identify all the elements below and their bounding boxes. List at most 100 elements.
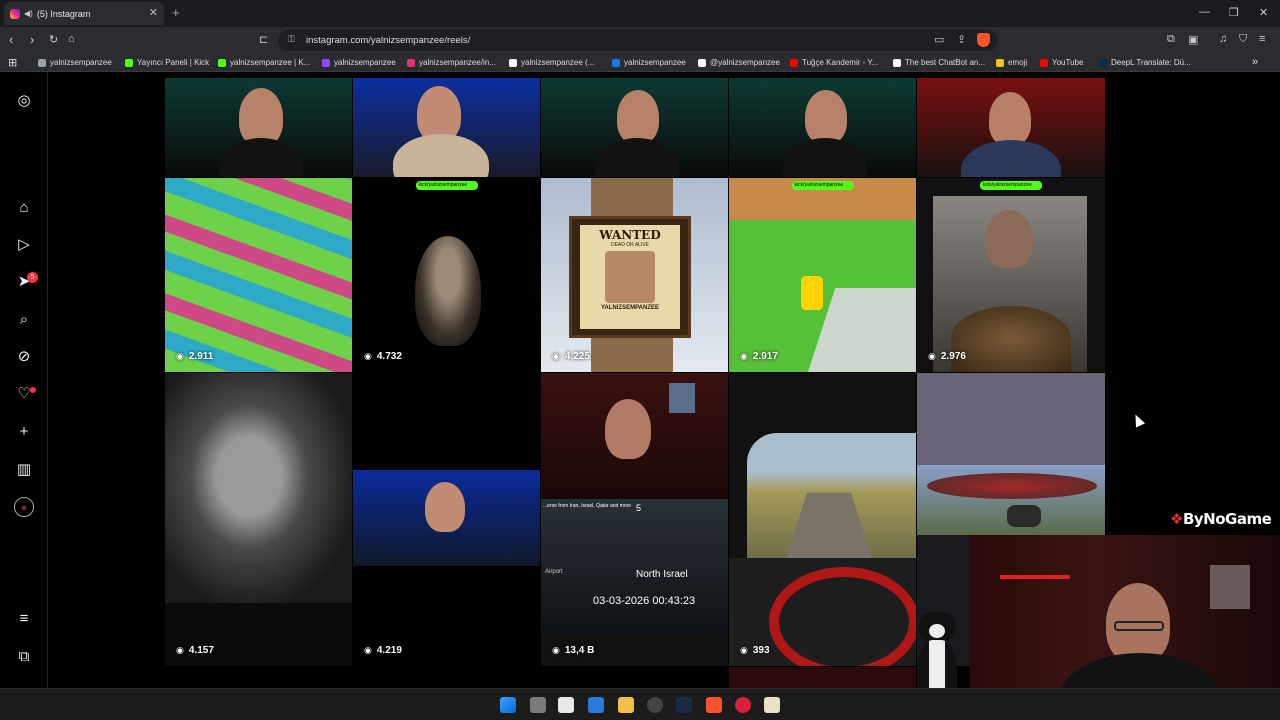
sidebar-toggle-icon[interactable]: ▣: [1188, 33, 1198, 46]
steam-icon[interactable]: [676, 697, 692, 713]
news-timestamp: 03-03-2026 00:43:23: [593, 595, 696, 607]
streamer-face: [617, 90, 659, 144]
brave-browser-icon[interactable]: [706, 697, 722, 713]
reel-thumbnail[interactable]: [353, 78, 540, 177]
reel-thumbnail[interactable]: ◉ 393: [729, 373, 916, 666]
app-icon[interactable]: [735, 697, 751, 713]
bookmark-item[interactable]: yalnizsempanzee (...: [509, 58, 594, 67]
bookmark-item[interactable]: The best ChatBot an...: [893, 58, 985, 67]
apps-grid-icon[interactable]: ⊞: [8, 56, 17, 69]
file-explorer-icon[interactable]: [618, 697, 634, 713]
extensions-icon[interactable]: ⧉: [1167, 33, 1175, 46]
wallet-icon[interactable]: ⛉: [1239, 33, 1247, 46]
bookmark-item[interactable]: YouTube: [1040, 58, 1083, 67]
led-strip: [1000, 575, 1070, 579]
poster: [669, 383, 695, 413]
search-icon[interactable]: ⌕: [14, 310, 34, 330]
media-player-icon[interactable]: [764, 697, 780, 713]
wanted-name: YALNIZSEMPANZEE: [600, 305, 659, 311]
snipping-tool-icon[interactable]: [558, 697, 574, 713]
bookmark-label: yalnizsempanzee (...: [521, 58, 595, 67]
reload-icon[interactable]: ↻: [49, 33, 58, 46]
nest: [951, 306, 1071, 372]
reel-thumbnail[interactable]: ◉ 4.219: [353, 373, 540, 666]
obs-icon[interactable]: [647, 697, 663, 713]
reel-thumbnail[interactable]: [729, 78, 916, 177]
view-count: ◉ 4.732: [364, 351, 402, 362]
view-count: ◉ 4.219: [364, 645, 402, 656]
reel-thumbnail[interactable]: [729, 667, 916, 688]
close-window-button[interactable]: ✕: [1259, 6, 1268, 19]
streamer-video: [541, 373, 728, 499]
profile-avatar-icon[interactable]: ●: [14, 497, 34, 517]
media-icon[interactable]: ♫: [1219, 33, 1227, 45]
home-icon[interactable]: ⌂: [14, 198, 34, 218]
reel-thumbnail[interactable]: ◉ 2.911: [165, 178, 352, 372]
eye-icon: ◉: [740, 645, 748, 655]
dashboard-icon[interactable]: ▥: [14, 460, 34, 480]
explore-icon[interactable]: ⊘: [14, 347, 34, 367]
bookmark-item[interactable]: Yayıncı Paneli | Kick: [125, 58, 209, 67]
reel-thumbnail[interactable]: [917, 78, 1105, 177]
restore-button[interactable]: ❐: [1229, 6, 1239, 19]
reel-thumbnail[interactable]: kick/yalnizsempanzee ◉ 2.976: [917, 178, 1105, 372]
also-from-meta-icon[interactable]: ⧉: [14, 647, 34, 667]
photos-icon[interactable]: [588, 697, 604, 713]
reel-thumbnail[interactable]: [165, 78, 352, 177]
task-view-icon[interactable]: [530, 697, 546, 713]
reels-icon[interactable]: ▷: [14, 235, 34, 255]
more-menu-icon[interactable]: ≡: [14, 609, 34, 629]
bookmark-item[interactable]: DeepL Translate: Dü...: [1099, 58, 1191, 67]
tab-title: (5) Instagram: [36, 8, 91, 19]
globe-icon: [38, 58, 46, 67]
share-icon[interactable]: ⇪: [957, 33, 966, 46]
bookmark-item[interactable]: Tuğçe Kandemir - Y...: [790, 58, 878, 67]
reel-thumbnail[interactable]: ◉ 4.157: [165, 373, 352, 666]
cars-scene: [165, 178, 352, 372]
windows-start-icon[interactable]: [500, 697, 516, 713]
bookmark-item[interactable]: emoji: [996, 58, 1027, 67]
deepl-icon: [1099, 58, 1107, 67]
cast-icon[interactable]: ▭: [934, 33, 944, 46]
youtube-icon: [790, 58, 798, 67]
bookmark-item[interactable]: yalnizsempanzee: [38, 58, 112, 67]
url-field[interactable]: ⚿ instagram.com/yalnizsempanzee/reels/: [278, 30, 998, 51]
streamer-body: [219, 138, 303, 177]
bookmark-item[interactable]: @yalnizsempanzee: [698, 58, 780, 67]
menu-icon[interactable]: ≡: [1259, 33, 1265, 45]
news-number: 5: [636, 503, 642, 513]
reel-thumbnail[interactable]: kick/yalnizsempanzee ◉ 4.732: [353, 178, 540, 372]
eye-icon: ◉: [176, 645, 184, 655]
emoji-icon: [996, 58, 1004, 67]
bookmarks-more-icon[interactable]: »: [1252, 56, 1258, 68]
brave-shield-icon[interactable]: [977, 33, 990, 47]
browser-tab[interactable]: ◀) (5) Instagram ✕: [4, 2, 164, 25]
horror-creature: [415, 236, 481, 346]
tab-close-icon[interactable]: ✕: [149, 6, 158, 19]
new-tab-button[interactable]: +: [172, 5, 180, 20]
home-browser-icon[interactable]: ⌂: [68, 33, 75, 45]
bynogame-watermark: ❖ByNoGame: [1170, 510, 1272, 528]
speaker-icon[interactable]: ◀): [24, 9, 33, 18]
create-icon[interactable]: +: [14, 422, 34, 442]
instagram-logo-icon[interactable]: ◎: [14, 91, 34, 111]
bookmark-item[interactable]: yalnizsempanzee: [612, 58, 686, 67]
mouse-cursor-icon: [1130, 412, 1146, 428]
bookmark-item[interactable]: yalnizsempanzee | K...: [218, 58, 310, 67]
steering-wheel: [769, 567, 916, 666]
reel-thumbnail[interactable]: kick/yalnizsempanzee ◉ 2.917: [729, 178, 916, 372]
reel-thumbnail[interactable]: ...erse from Iran, Israel, Qatar and mor…: [541, 373, 728, 666]
news-location: North Israel: [636, 569, 688, 580]
bookmark-item[interactable]: yalnizsempanzee/in...: [407, 58, 496, 67]
bookmark-icon[interactable]: ⊏: [259, 33, 268, 46]
reel-thumbnail[interactable]: [541, 78, 728, 177]
eye-icon: ◉: [364, 351, 372, 361]
forward-icon[interactable]: ›: [30, 32, 34, 47]
reel-thumbnail[interactable]: kick/yalnizsempanzee WANTED DEAD OR ALIV…: [541, 178, 728, 372]
back-icon[interactable]: ‹: [9, 32, 13, 47]
site-info-icon[interactable]: ⚿: [288, 34, 295, 45]
wanted-title: WANTED: [599, 228, 661, 242]
game-scene: [917, 465, 1105, 535]
minimize-button[interactable]: —: [1199, 6, 1210, 18]
bookmark-item[interactable]: yalnizsempanzee: [322, 58, 396, 67]
